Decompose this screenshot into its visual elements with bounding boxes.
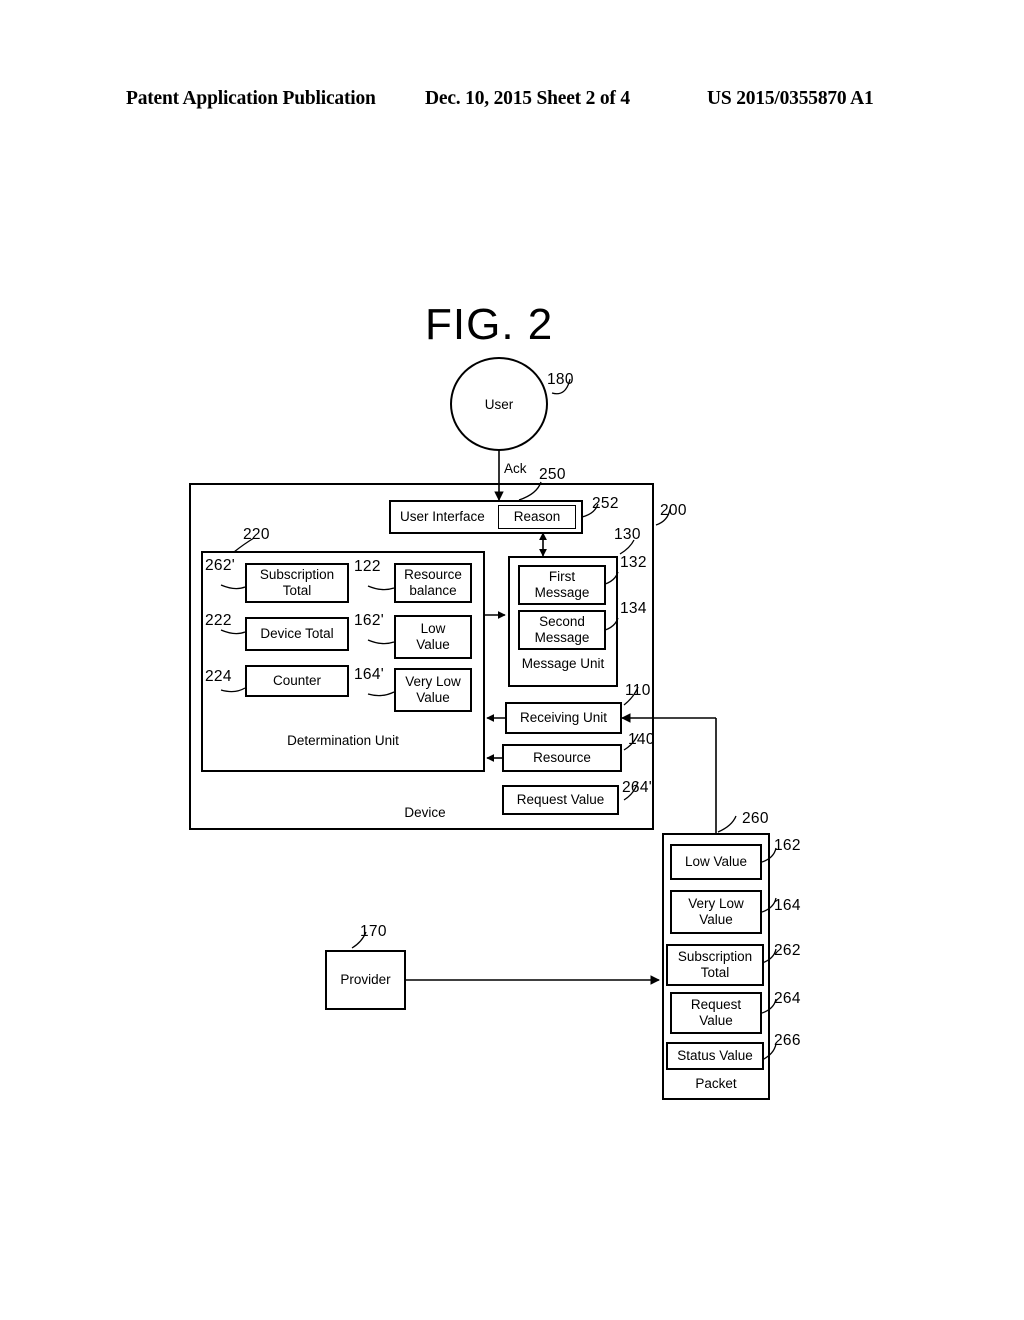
ref-224: 224 bbox=[205, 668, 232, 685]
subscription-total-label-device: Subscription Total bbox=[259, 567, 335, 598]
ref-262-prime: 262' bbox=[205, 557, 236, 574]
very-low-value-label-packet: Very Low Value bbox=[688, 896, 744, 927]
second-message-box: Second Message bbox=[518, 610, 606, 650]
first-message-box: First Message bbox=[518, 565, 606, 605]
message-unit-label: Message Unit bbox=[521, 656, 605, 671]
ref-200: 200 bbox=[660, 502, 687, 519]
ref-134: 134 bbox=[620, 600, 647, 617]
request-value-label-device: Request Value bbox=[516, 792, 605, 808]
ref-132: 132 bbox=[620, 554, 647, 571]
ref-250: 250 bbox=[539, 466, 566, 483]
ack-edge-label: Ack bbox=[504, 461, 527, 476]
reason-box: Reason bbox=[498, 505, 576, 529]
low-value-box-device: Low Value bbox=[394, 615, 472, 659]
resource-balance-label: Resource balance bbox=[404, 567, 462, 598]
reason-label: Reason bbox=[513, 509, 561, 525]
ref-264: 264 bbox=[774, 990, 801, 1007]
receiving-unit-label: Receiving Unit bbox=[519, 710, 608, 726]
patent-figure-page: Patent Application Publication Dec. 10, … bbox=[0, 0, 1024, 1320]
ref-122: 122 bbox=[354, 558, 381, 575]
user-actor: User bbox=[450, 357, 548, 451]
ref-140: 140 bbox=[628, 731, 655, 748]
low-value-label-device: Low Value bbox=[416, 621, 450, 652]
ref-170: 170 bbox=[360, 923, 387, 940]
subscription-total-box-packet: Subscription Total bbox=[666, 944, 764, 986]
counter-label: Counter bbox=[272, 673, 322, 689]
user-interface-label: User Interface bbox=[400, 509, 485, 525]
second-message-label: Second Message bbox=[534, 614, 590, 645]
resource-balance-box: Resource balance bbox=[394, 563, 472, 603]
provider-label: Provider bbox=[340, 972, 391, 988]
very-low-value-box-packet: Very Low Value bbox=[670, 890, 762, 934]
ref-252: 252 bbox=[592, 495, 619, 512]
ref-162: 162 bbox=[774, 837, 801, 854]
determination-unit-label: Determination Unit bbox=[287, 733, 399, 748]
device-total-box: Device Total bbox=[245, 617, 349, 651]
ref-164: 164 bbox=[774, 897, 801, 914]
device-total-label: Device Total bbox=[260, 626, 334, 642]
subscription-total-box-device: Subscription Total bbox=[245, 563, 349, 603]
status-value-box-packet: Status Value bbox=[666, 1042, 764, 1070]
ref-222: 222 bbox=[205, 612, 232, 629]
ref-264-prime: 264' bbox=[622, 779, 653, 796]
request-value-box-device: Request Value bbox=[502, 785, 619, 815]
ref-260: 260 bbox=[742, 810, 769, 827]
subscription-total-label-packet: Subscription Total bbox=[677, 949, 753, 980]
request-value-box-packet: Request Value bbox=[670, 992, 762, 1034]
device-label: Device bbox=[404, 805, 446, 820]
resource-box: Resource bbox=[502, 744, 622, 772]
ref-130: 130 bbox=[614, 526, 641, 543]
resource-label: Resource bbox=[533, 750, 591, 766]
ref-180: 180 bbox=[547, 371, 574, 388]
very-low-value-box-device: Very Low Value bbox=[394, 668, 472, 712]
ref-110: 110 bbox=[625, 682, 651, 699]
first-message-label: First Message bbox=[534, 569, 590, 600]
provider-box: Provider bbox=[325, 950, 406, 1010]
ref-164-prime: 164' bbox=[354, 666, 385, 683]
low-value-box-packet: Low Value bbox=[670, 844, 762, 880]
very-low-value-label-device: Very Low Value bbox=[405, 674, 461, 705]
receiving-unit-box: Receiving Unit bbox=[505, 702, 622, 734]
ref-266: 266 bbox=[774, 1032, 801, 1049]
status-value-label-packet: Status Value bbox=[677, 1048, 753, 1064]
ref-162-prime: 162' bbox=[354, 612, 385, 629]
user-actor-label: User bbox=[484, 396, 514, 412]
low-value-label-packet: Low Value bbox=[684, 854, 748, 870]
ref-262: 262 bbox=[774, 942, 801, 959]
ref-220: 220 bbox=[243, 526, 270, 543]
packet-label: Packet bbox=[695, 1076, 737, 1091]
request-value-label-packet: Request Value bbox=[690, 997, 742, 1028]
counter-box: Counter bbox=[245, 665, 349, 697]
